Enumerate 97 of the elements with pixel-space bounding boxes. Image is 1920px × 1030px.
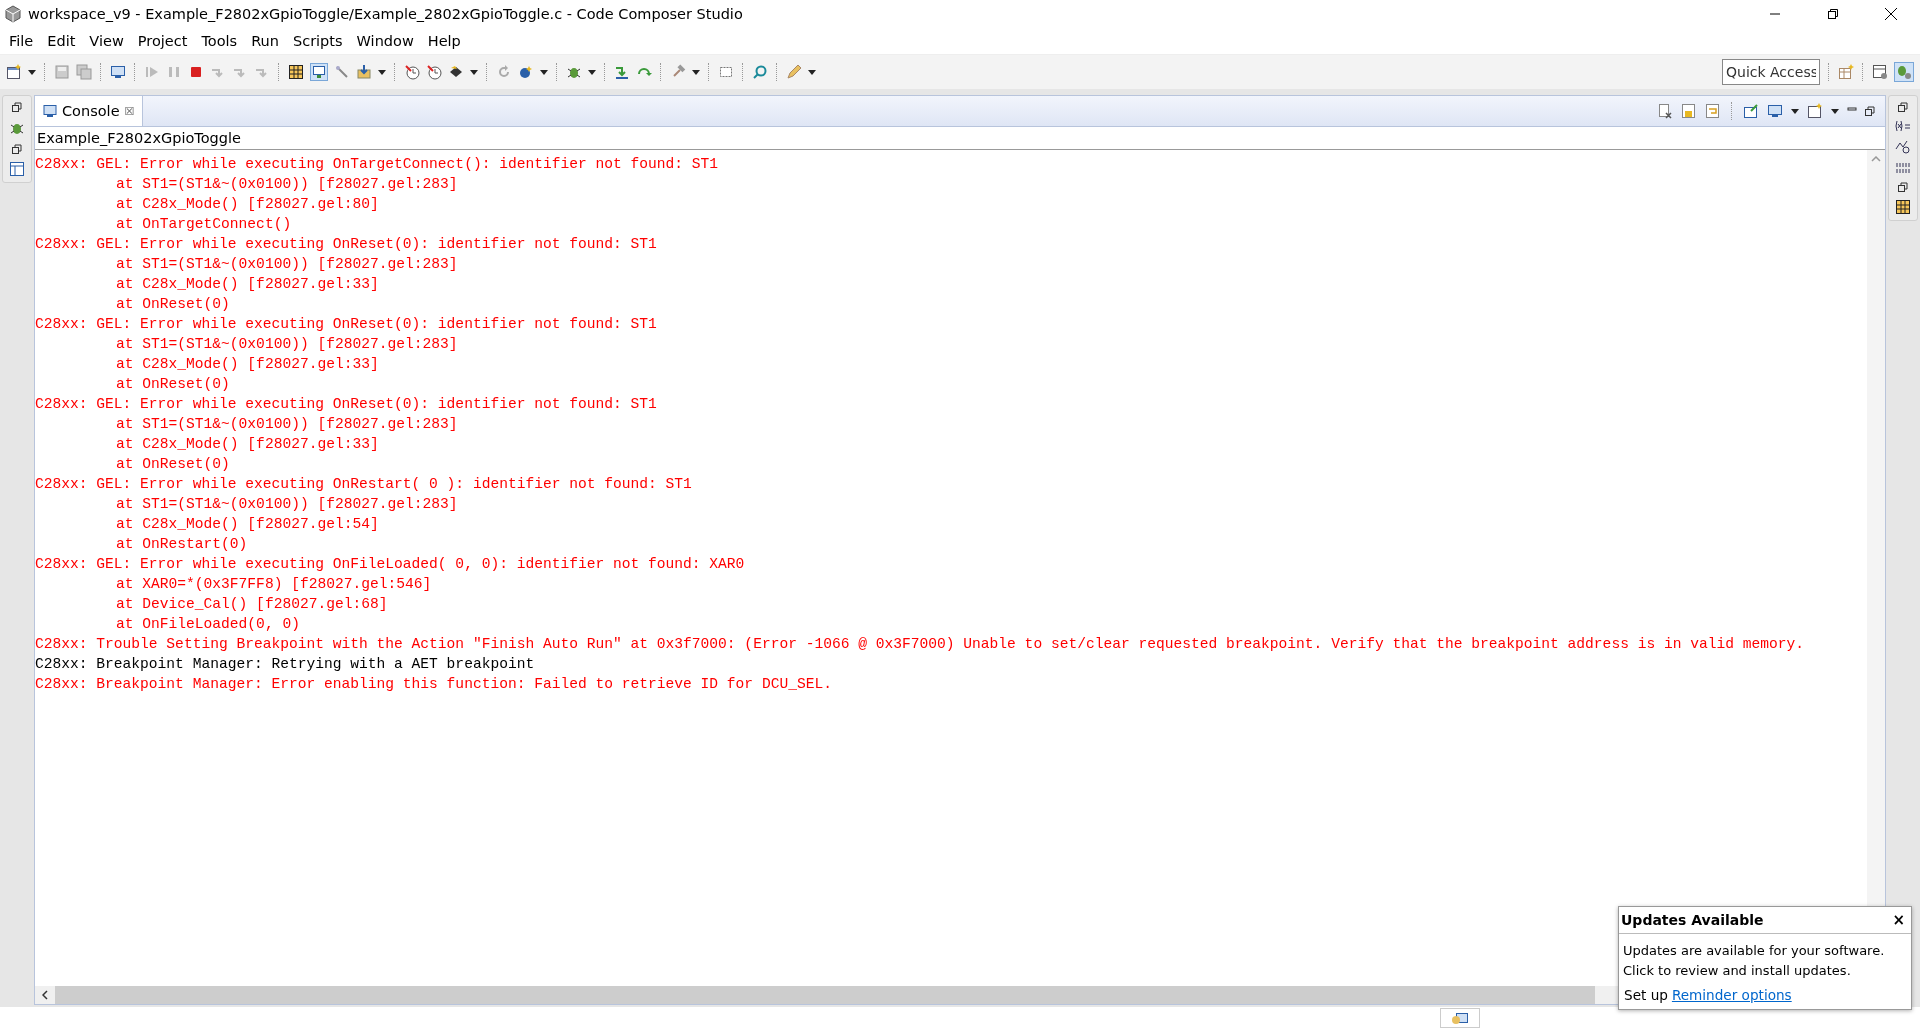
console-line: at C28x_Mode() [f28027.gel:80] <box>115 195 379 214</box>
terminal-icon[interactable] <box>310 63 328 81</box>
step-into-icon[interactable] <box>614 64 630 80</box>
new-file-icon[interactable] <box>6 64 22 80</box>
new-console-icon[interactable] <box>1807 103 1823 119</box>
debug-perspective-icon[interactable] <box>1894 62 1914 82</box>
notification-label: Set up <box>1624 987 1668 1003</box>
menu-item[interactable]: View <box>82 33 131 49</box>
console-line: at OnFileLoaded(0, 0) <box>115 615 300 634</box>
display-console-icon[interactable] <box>1767 103 1783 119</box>
progress-button[interactable] <box>1440 1008 1480 1028</box>
breakpoint-icon[interactable] <box>404 64 420 80</box>
scroll-left-icon[interactable] <box>42 990 48 1000</box>
monitor-icon <box>43 104 57 118</box>
window-icon[interactable] <box>718 64 734 80</box>
notification-title: Updates Available <box>1621 912 1764 928</box>
registers-icon[interactable] <box>1895 162 1911 174</box>
menu-item[interactable]: Help <box>420 33 468 49</box>
restore-icon[interactable] <box>1827 8 1839 20</box>
console-line: C28xx: GEL: Error while executing OnFileLoaded( 0, 0): identifier not found: XAR0 <box>35 555 745 574</box>
close-button[interactable]: × <box>1892 911 1905 929</box>
dropdown-icon[interactable] <box>692 69 700 75</box>
console-line: C28xx: GEL: Error while executing OnTargetConnect(): identifier not found: ST1 <box>35 155 719 174</box>
console-line: at ST1=(ST1&~(0x0100)) [f28027.gel:283] <box>115 175 458 194</box>
search-icon[interactable] <box>752 64 768 80</box>
console-line: at C28x_Mode() [f28027.gel:33] <box>115 355 379 374</box>
menu-item[interactable]: Run <box>244 33 286 49</box>
dropdown-icon[interactable] <box>378 69 386 75</box>
expressions-icon[interactable] <box>1895 140 1911 154</box>
console-tab[interactable]: Console ☒ <box>35 96 144 126</box>
dropdown-icon[interactable] <box>28 69 36 75</box>
restore-icon[interactable] <box>1898 102 1908 112</box>
dropdown-icon[interactable] <box>808 69 816 75</box>
console-line: at C28x_Mode() [f28027.gel:33] <box>115 435 379 454</box>
close-icon[interactable] <box>1884 7 1898 21</box>
monitor-icon[interactable] <box>110 64 126 80</box>
chip-icon[interactable] <box>448 64 464 80</box>
menu-item[interactable]: Tools <box>194 33 245 49</box>
menu-item[interactable]: File <box>2 33 41 49</box>
word-wrap-icon[interactable] <box>1705 103 1721 119</box>
maximize-icon[interactable] <box>1865 106 1875 116</box>
console-line: C28xx: GEL: Error while executing OnReset(0): identifier not found: ST1 <box>35 235 657 254</box>
console-line: C28xx: Breakpoint Manager: Error enabling this function: Failed to retrieve ID for DCU_SEL. <box>35 675 832 694</box>
restore-icon[interactable] <box>12 144 22 154</box>
grid-icon[interactable] <box>1896 200 1910 214</box>
menu-item[interactable]: Scripts <box>285 33 350 49</box>
stop-icon[interactable] <box>188 64 204 80</box>
console-line: at OnReset(0) <box>115 295 230 314</box>
cube-icon <box>4 5 22 23</box>
scroll-up-icon[interactable] <box>1871 156 1881 162</box>
panel-icon[interactable] <box>10 162 24 176</box>
console-line: C28xx: Breakpoint Manager: Retrying with a AET breakpoint <box>35 655 535 674</box>
wand-icon[interactable] <box>334 64 350 80</box>
scroll-lock-icon[interactable] <box>1681 103 1697 119</box>
console-line: at ST1=(ST1&~(0x0100)) [f28027.gel:283] <box>115 255 458 274</box>
console-line: at XAR0=*(0x3F7FF8) [f28027.gel:546] <box>115 575 432 594</box>
console-line: at ST1=(ST1&~(0x0100)) [f28027.gel:283] <box>115 335 458 354</box>
monitor-icon <box>1451 1011 1469 1025</box>
console-name: Example_F2802xGpioToggle <box>35 127 1885 150</box>
console-line: at C28x_Mode() [f28027.gel:54] <box>115 515 379 534</box>
console-line: C28xx: GEL: Error while executing OnReset(0): identifier not found: ST1 <box>35 395 657 414</box>
tab-close-button[interactable]: ☒ <box>124 104 135 118</box>
perspective-icon[interactable] <box>1872 64 1888 80</box>
console-line: C28xx: GEL: Error while executing OnReset(0): identifier not found: ST1 <box>35 315 657 334</box>
console-line: at OnRestart(0) <box>115 535 248 554</box>
dropdown-icon[interactable] <box>1791 108 1799 114</box>
dropdown-icon[interactable] <box>470 69 478 75</box>
console-line: C28xx: Trouble Setting Breakpoint with the Action "Finish Auto Run" at 0x3f7000: (Error -1066 @ 0x3F7000) Unable to set/clear requested breakpoint. Verify that the breakpoint address is in valid memory. <box>35 635 1805 654</box>
pin-icon[interactable] <box>1743 103 1759 119</box>
ball-icon[interactable] <box>518 64 534 80</box>
console-line: at ST1=(ST1&~(0x0100)) [f28027.gel:283] <box>115 415 458 434</box>
console-line: at ST1=(ST1&~(0x0100)) [f28027.gel:283] <box>115 495 458 514</box>
clear-console-icon[interactable] <box>1657 103 1673 119</box>
menu-item[interactable]: Project <box>130 33 195 49</box>
download-icon[interactable] <box>356 64 372 80</box>
open-perspective-icon[interactable] <box>1838 64 1854 80</box>
console-line: at OnTargetConnect() <box>115 215 292 234</box>
grid-icon[interactable] <box>288 64 304 80</box>
menu-item[interactable]: Window <box>349 33 421 49</box>
variables-icon[interactable] <box>1894 120 1912 132</box>
breakpoint-icon[interactable] <box>426 64 442 80</box>
reminder-link[interactable]: Reminder options <box>1671 987 1792 1003</box>
console-line: at OnReset(0) <box>115 375 230 394</box>
console-line: C28xx: GEL: Error while executing OnRestart( 0 ): identifier not found: ST1 <box>35 475 692 494</box>
dropdown-icon[interactable] <box>1831 108 1839 114</box>
console-line: at OnReset(0) <box>115 455 230 474</box>
restore-icon[interactable] <box>12 102 22 112</box>
window-title: workspace_v9 - Example_F2802xGpioToggle/Example_2802xGpioToggle.c - Code Composer Studio <box>28 6 744 22</box>
notification-popup[interactable]: Updates Available × Updates are available for your software. Click to review and install updates. Set up Reminder options <box>1618 906 1912 1010</box>
menu-item[interactable]: Edit <box>40 33 83 49</box>
dropdown-icon[interactable] <box>588 69 596 75</box>
pencil-icon[interactable] <box>786 64 802 80</box>
restore-icon[interactable] <box>1898 182 1908 192</box>
dropdown-icon[interactable] <box>540 69 548 75</box>
console-line: at C28x_Mode() [f28027.gel:33] <box>115 275 379 294</box>
console-line: at Device_Cal() [f28027.gel:68] <box>115 595 388 614</box>
notification-message: Updates are available for your software. Click to review and install updates. <box>1622 942 1886 980</box>
